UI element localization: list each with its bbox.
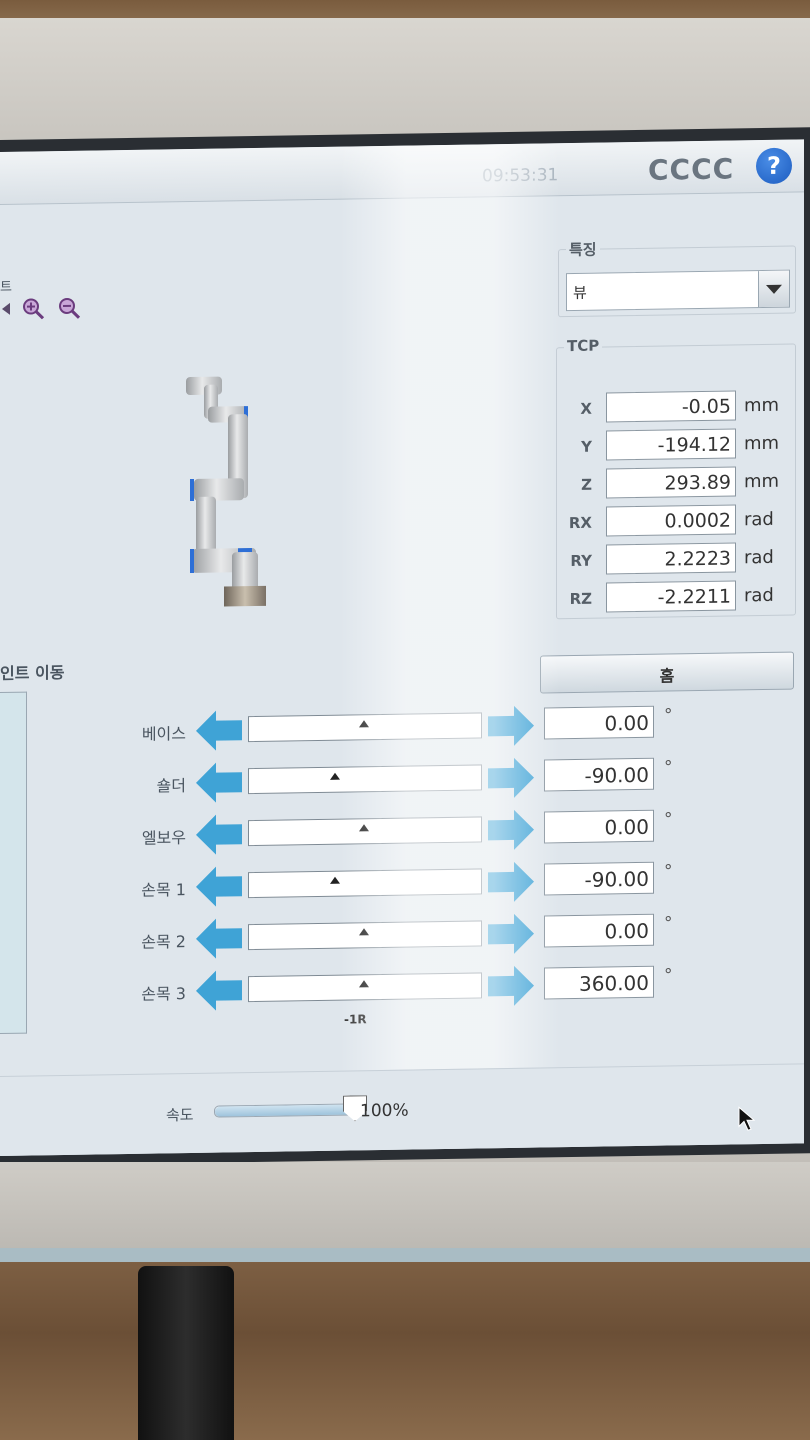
- joint-row: 숄더 -90.00 °: [0, 753, 700, 808]
- joint-label: 엘보우: [141, 828, 186, 848]
- arrow-right-icon[interactable]: [488, 912, 534, 957]
- robot-name: CCCC: [648, 152, 735, 187]
- robot-base-joint: [232, 551, 258, 591]
- degree-unit: °: [664, 705, 673, 726]
- arrow-right-icon[interactable]: [488, 808, 534, 853]
- joint-slider[interactable]: [248, 868, 482, 899]
- joint-row: 엘보우 0.00 °: [0, 805, 700, 860]
- robot-3d-view[interactable]: [0, 234, 540, 652]
- joint-label: 베이스: [141, 724, 186, 744]
- help-icon[interactable]: ?: [756, 147, 792, 185]
- arrow-right-icon[interactable]: [488, 756, 534, 801]
- tcp-row-y: Y -194.12 mm: [560, 427, 800, 463]
- tcp-row-z: Z 293.89 mm: [560, 465, 800, 501]
- joint-value-field[interactable]: 0.00: [544, 705, 654, 740]
- joint-slider-marker: [359, 980, 369, 988]
- joint-row: 손목 3 360.00 °: [0, 961, 700, 1016]
- degree-unit: °: [664, 965, 673, 986]
- feature-select[interactable]: 뷰: [566, 269, 790, 312]
- robot-base: [224, 585, 266, 607]
- tcp-unit: mm: [744, 432, 780, 455]
- joint-row: 베이스 0.00 °: [0, 701, 700, 756]
- tcp-value-field[interactable]: 0.0002: [606, 504, 736, 537]
- joint-slider[interactable]: [248, 764, 482, 795]
- arrow-right-icon[interactable]: [488, 860, 534, 905]
- degree-unit: °: [664, 913, 673, 934]
- joint-label: 손목 1: [141, 880, 186, 900]
- cable: [138, 1266, 234, 1440]
- tcp-row-rz: RZ -2.2211 rad: [560, 579, 800, 615]
- tcp-unit: mm: [744, 394, 780, 417]
- teach-pendant-screen: 09:53:31 CCCC ? 트 특징 뷰 TCP X -0.05 mm Y …: [0, 139, 804, 1157]
- joint-value-field[interactable]: 0.00: [544, 809, 654, 844]
- arrow-right-icon[interactable]: [488, 964, 534, 1009]
- speed-bar: 속도 100%: [0, 1063, 804, 1157]
- monitor-bezel-lower: [0, 1162, 810, 1258]
- tcp-label: TCP: [564, 336, 603, 356]
- tcp-axis-label: RZ: [569, 589, 592, 609]
- arrow-left-icon[interactable]: [196, 864, 242, 909]
- joint-slider-marker: [359, 720, 369, 728]
- joint-slider-marker: [359, 928, 369, 936]
- tcp-axis-label: RX: [568, 513, 592, 533]
- tcp-axis-label: Z: [581, 475, 592, 494]
- joint-ring: [190, 548, 194, 574]
- joint-value-field[interactable]: 360.00: [544, 965, 654, 1000]
- joint-label: 손목 3: [141, 984, 186, 1004]
- tcp-row-rx: RX 0.0002 rad: [560, 503, 800, 539]
- speed-label: 속도: [166, 1105, 194, 1125]
- joint-slider-marker: [359, 824, 369, 832]
- joint-row: 손목 2 0.00 °: [0, 909, 700, 964]
- tcp-unit: rad: [744, 584, 774, 607]
- mouse-cursor-icon: [738, 1106, 756, 1131]
- tcp-value-field[interactable]: -194.12: [606, 428, 736, 461]
- speed-slider[interactable]: [214, 1103, 356, 1118]
- joint-slider-marker: [330, 876, 340, 884]
- feature-label: 특징: [566, 238, 600, 261]
- joint-row: 손목 1 -90.00 °: [0, 857, 700, 912]
- tcp-value-field[interactable]: 2.2223: [606, 542, 736, 575]
- joint-ring: [190, 478, 194, 502]
- tcp-axis-label: Y: [581, 437, 592, 456]
- home-button[interactable]: 홈: [540, 651, 794, 694]
- joint-value-field[interactable]: -90.00: [544, 861, 654, 896]
- tcp-value-field[interactable]: -0.05: [606, 390, 736, 423]
- tcp-unit: rad: [744, 546, 774, 569]
- speed-value: 100%: [360, 1100, 409, 1122]
- tcp-row-ry: RY 2.2223 rad: [560, 541, 800, 577]
- feature-selected-value: 뷰: [573, 283, 587, 302]
- joint-move-title: 인트 이동: [0, 662, 65, 683]
- degree-unit: °: [664, 861, 673, 882]
- arrow-left-icon[interactable]: [196, 708, 242, 753]
- degree-unit: °: [664, 809, 673, 830]
- desk-background-bottom: [0, 1262, 810, 1440]
- joint-value-field[interactable]: 0.00: [544, 913, 654, 948]
- arrow-left-icon[interactable]: [196, 812, 242, 857]
- top-bar: 09:53:31 CCCC ?: [0, 139, 804, 205]
- tcp-value-field[interactable]: 293.89: [606, 466, 736, 499]
- arrow-left-icon[interactable]: [196, 916, 242, 961]
- tcp-unit: mm: [744, 470, 780, 493]
- clock: 09:53:31: [482, 165, 559, 187]
- joint-slider-marker: [330, 772, 340, 780]
- joint-value-field[interactable]: -90.00: [544, 757, 654, 792]
- joint-label: 숄더: [156, 776, 186, 796]
- tcp-value-field[interactable]: -2.2211: [606, 580, 736, 613]
- arrow-left-icon[interactable]: [196, 968, 242, 1013]
- monitor-stand-strip: [0, 1248, 810, 1262]
- chevron-down-icon[interactable]: [758, 270, 789, 308]
- home-button-label: 홈: [659, 666, 675, 686]
- arrow-right-icon[interactable]: [488, 704, 534, 749]
- arrow-left-icon[interactable]: [196, 760, 242, 805]
- tcp-axis-label: X: [580, 399, 592, 418]
- slider-scale-label: -1R: [344, 1012, 367, 1027]
- tcp-row-x: X -0.05 mm: [560, 389, 800, 425]
- speed-slider-fill: [215, 1104, 355, 1117]
- degree-unit: °: [664, 757, 673, 778]
- tcp-axis-label: RY: [570, 551, 592, 571]
- joint-label: 손목 2: [141, 932, 186, 952]
- tcp-unit: rad: [744, 508, 774, 531]
